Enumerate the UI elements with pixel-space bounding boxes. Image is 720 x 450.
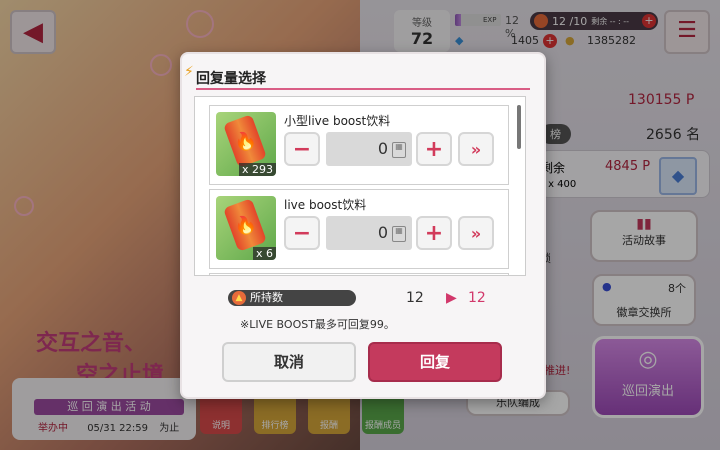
title-underline bbox=[196, 88, 530, 90]
max-button[interactable]: » bbox=[458, 216, 494, 250]
calculator-icon[interactable]: ▦ bbox=[392, 142, 406, 158]
cancel-button[interactable]: 取消 bbox=[222, 342, 356, 382]
item-row-boost: 🔥 x 6 live boost饮料 − 0 ▦ + » bbox=[209, 189, 509, 269]
item-name: 小型live boost饮料 bbox=[284, 114, 391, 128]
recover-button[interactable]: 回复 bbox=[368, 342, 502, 382]
quantity-value: 0 bbox=[377, 139, 388, 158]
decrease-button[interactable]: − bbox=[284, 132, 320, 166]
small-boost-drink-icon: 🔥 x 293 bbox=[216, 112, 276, 176]
held-to: 12 bbox=[468, 290, 486, 306]
boost-drink-icon: 🔥 x 6 bbox=[216, 196, 276, 260]
max-recovery-note: ※LIVE BOOST最多可回复99。 bbox=[240, 318, 395, 331]
item-row-next bbox=[209, 273, 509, 275]
held-amount-pill: ▲ 所持数 bbox=[228, 290, 356, 306]
recovery-amount-dialog: ⚡ 回复量选择 🔥 x 293 小型live boost饮料 − 0 ▦ + »… bbox=[180, 52, 546, 399]
dialog-title: 回复量选择 bbox=[196, 71, 266, 87]
quantity-input[interactable]: 0 ▦ bbox=[326, 216, 412, 250]
increase-button[interactable]: + bbox=[416, 216, 452, 250]
held-label: 所持数 bbox=[250, 291, 283, 304]
max-button[interactable]: » bbox=[458, 132, 494, 166]
can-icon: 🔥 bbox=[223, 198, 267, 252]
quantity-value: 0 bbox=[377, 223, 388, 242]
item-list[interactable]: 🔥 x 293 小型live boost饮料 − 0 ▦ + » 🔥 x 6 l… bbox=[194, 96, 526, 276]
arrow-right-icon: ▶ bbox=[446, 290, 457, 306]
list-scrollbar[interactable] bbox=[517, 105, 521, 149]
item-count: x 6 bbox=[252, 247, 276, 260]
increase-button[interactable]: + bbox=[416, 132, 452, 166]
held-from: 12 bbox=[406, 290, 424, 306]
item-row-small-boost: 🔥 x 293 小型live boost饮料 − 0 ▦ + » bbox=[209, 105, 509, 185]
decrease-button[interactable]: − bbox=[284, 216, 320, 250]
calculator-icon[interactable]: ▦ bbox=[392, 226, 406, 242]
item-count: x 293 bbox=[238, 163, 276, 176]
quantity-input[interactable]: 0 ▦ bbox=[326, 132, 412, 166]
can-icon: 🔥 bbox=[223, 114, 267, 168]
flame-icon: ▲ bbox=[232, 291, 246, 305]
lightning-icon: ⚡ bbox=[184, 64, 194, 80]
item-name: live boost饮料 bbox=[284, 198, 367, 212]
